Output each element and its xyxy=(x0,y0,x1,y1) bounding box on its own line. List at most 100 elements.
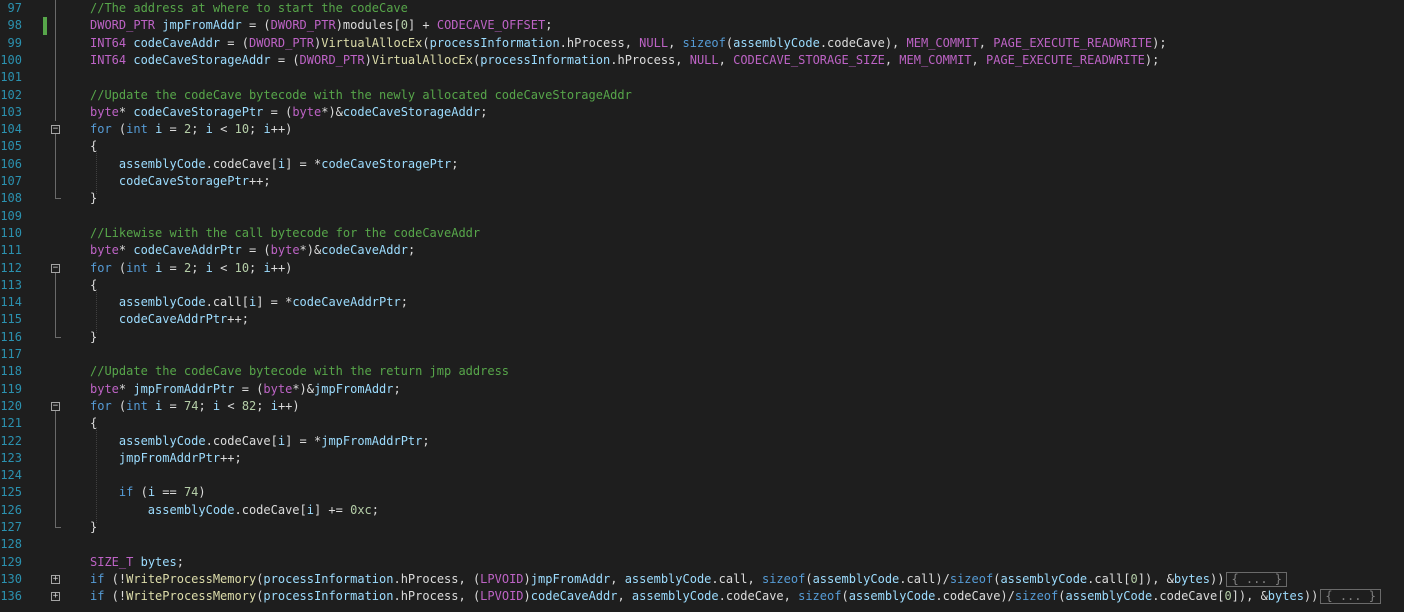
code-token: assemblyCode xyxy=(1000,571,1088,586)
code-editor[interactable]: 97 //The address at where to start the co… xyxy=(0,0,1404,612)
expand-toggle-icon[interactable]: + xyxy=(51,592,60,602)
code-line[interactable]: 108} xyxy=(0,190,1404,207)
line-number: 110 xyxy=(0,225,22,240)
code-line[interactable]: 117 xyxy=(0,346,1404,363)
code-line[interactable]: 105{ xyxy=(0,138,1404,155)
code-token: * xyxy=(118,104,134,119)
code-token: DWORD_PTR xyxy=(270,18,336,33)
collapse-toggle-icon[interactable]: − xyxy=(51,263,60,273)
code-token: i xyxy=(263,260,271,275)
code-line[interactable]: 118 //Update the codeCave bytecode with t… xyxy=(0,363,1404,380)
code-line[interactable]: 125 if (i == 74) xyxy=(0,484,1404,501)
code-token: < xyxy=(212,260,235,275)
code-line[interactable]: 129 SIZE_T bytes; xyxy=(0,554,1404,571)
code-line[interactable]: 102 //Update the codeCave bytecode with t… xyxy=(0,87,1404,104)
code-token: ; xyxy=(249,260,264,275)
scope-guide-line xyxy=(55,0,56,122)
code-line[interactable]: 124 xyxy=(0,467,1404,484)
code-line[interactable]: 122 assemblyCode.codeCave[i] = *jmpFromA… xyxy=(0,433,1404,450)
code-token: , xyxy=(971,52,986,67)
code-token: assemblyCode xyxy=(1065,589,1153,604)
code-line[interactable]: 112 for (int i = 2; i < 10; i++) xyxy=(0,260,1404,277)
code-token: byte xyxy=(292,104,322,119)
code-token: , xyxy=(610,571,625,586)
code-line[interactable]: 111 byte* codeCaveAddrPtr = (byte*)&codeC… xyxy=(0,242,1404,259)
code-line[interactable]: 119 byte* jmpFromAddrPtr = (byte*)&jmpFro… xyxy=(0,381,1404,398)
code-token: WriteProcessMemory xyxy=(126,571,257,586)
code-line[interactable]: 113{ xyxy=(0,277,1404,294)
line-number: 127 xyxy=(0,520,22,534)
code-token: ++; xyxy=(227,312,249,327)
code-token: < xyxy=(212,122,235,137)
code-token: (! xyxy=(104,571,127,586)
code-token: ; xyxy=(422,433,430,448)
code-text: assemblyCode.codeCave[i] = *jmpFromAddrP… xyxy=(90,433,430,450)
code-line[interactable]: 130 if (!WriteProcessMemory (processInform… xyxy=(0,571,1404,588)
code-line[interactable]: 103 byte* codeCaveStoragePtr = (byte*)&co… xyxy=(0,104,1404,121)
code-token: byte xyxy=(90,243,119,258)
code-token: ] = * xyxy=(256,295,293,310)
line-number: 106 xyxy=(0,156,22,171)
code-token: ) xyxy=(198,485,206,500)
code-line[interactable]: 101 xyxy=(0,69,1404,86)
code-text: SIZE_T bytes; xyxy=(90,554,184,571)
code-token: bytes xyxy=(140,554,177,569)
code-token: .hProcess, xyxy=(610,52,690,67)
code-line[interactable]: 107 codeCaveStoragePtr++; xyxy=(0,173,1404,190)
code-token: .hProcess, xyxy=(559,35,640,50)
code-token: byte xyxy=(263,381,293,396)
code-line[interactable]: 136 if (!WriteProcessMemory (processInform… xyxy=(0,588,1404,605)
code-line[interactable]: 104 for (int i = 2; i < 10; i++) xyxy=(0,121,1404,138)
code-line[interactable]: 116} xyxy=(0,329,1404,346)
code-token: codeCaveAddr xyxy=(321,243,408,258)
code-line[interactable]: 120 for (int i = 74; i < 82; i++) xyxy=(0,398,1404,415)
code-line[interactable]: 99 INT64 codeCaveAddr = (DWORD_PTR)Virtua… xyxy=(0,35,1404,52)
code-line[interactable]: 109 xyxy=(0,208,1404,225)
code-token: CODECAVE_OFFSET xyxy=(436,18,546,33)
collapse-toggle-icon[interactable]: − xyxy=(51,125,60,135)
code-line[interactable]: 98 DWORD_PTR jmpFromAddr = (DWORD_PTR)mod… xyxy=(0,17,1404,34)
code-line[interactable]: 127} xyxy=(0,519,1404,536)
code-token: < xyxy=(220,398,242,413)
code-line[interactable]: 97 //The address at where to start the co… xyxy=(0,0,1404,17)
code-line[interactable]: 106 assemblyCode.codeCave[i] = *codeCave… xyxy=(0,156,1404,173)
line-number: 130 xyxy=(0,571,22,586)
code-token: jmpFromAddr xyxy=(162,18,242,33)
line-number: 121 xyxy=(0,416,22,431)
code-line[interactable]: 100 INT64 codeCaveStorageAddr = (DWORD_PT… xyxy=(0,52,1404,69)
code-token: 0 xyxy=(1224,589,1232,604)
code-token: processInformation xyxy=(263,571,394,586)
code-token: ] = * xyxy=(285,156,322,171)
code-line[interactable]: 110 //Likewise with the call bytecode for… xyxy=(0,225,1404,242)
code-line[interactable]: 121{ xyxy=(0,415,1404,432)
code-token: codeCaveAddrPtr xyxy=(292,295,401,310)
code-token: processInformation xyxy=(263,589,394,604)
code-line[interactable]: 123 jmpFromAddrPtr++; xyxy=(0,450,1404,467)
code-token: assemblyCode xyxy=(118,156,206,171)
line-number: 118 xyxy=(0,364,22,379)
code-text: //Update the codeCave bytecode with the … xyxy=(90,87,632,104)
code-text: byte* codeCaveStoragePtr = (byte*)&codeC… xyxy=(90,104,487,121)
code-line[interactable]: 128 xyxy=(0,536,1404,553)
code-line[interactable]: 114 assemblyCode.call[i] = *codeCaveAddr… xyxy=(0,294,1404,311)
code-text: byte* codeCaveAddrPtr = (byte*)&codeCave… xyxy=(90,242,415,259)
collapse-toggle-icon[interactable]: − xyxy=(51,401,60,411)
collapsed-region[interactable]: { ... } xyxy=(1320,589,1381,605)
code-line[interactable]: 115 codeCaveAddrPtr++; xyxy=(0,311,1404,328)
code-token: = ( xyxy=(234,381,264,396)
code-token: 0 xyxy=(1130,571,1138,586)
code-token: for xyxy=(90,398,112,413)
expand-toggle-icon[interactable]: + xyxy=(51,574,60,584)
fold-guide-line xyxy=(55,410,56,528)
code-token: DWORD_PTR xyxy=(90,18,156,33)
collapsed-region[interactable]: { ... } xyxy=(1226,571,1288,587)
code-token: ]), & xyxy=(1137,571,1174,586)
code-token: byte xyxy=(90,381,119,396)
code-line[interactable]: 126 assemblyCode.codeCave[i] += 0xc; xyxy=(0,502,1404,519)
code-token: ; xyxy=(249,122,264,137)
fold-end-marker xyxy=(55,198,61,200)
code-token: ; xyxy=(400,295,408,310)
